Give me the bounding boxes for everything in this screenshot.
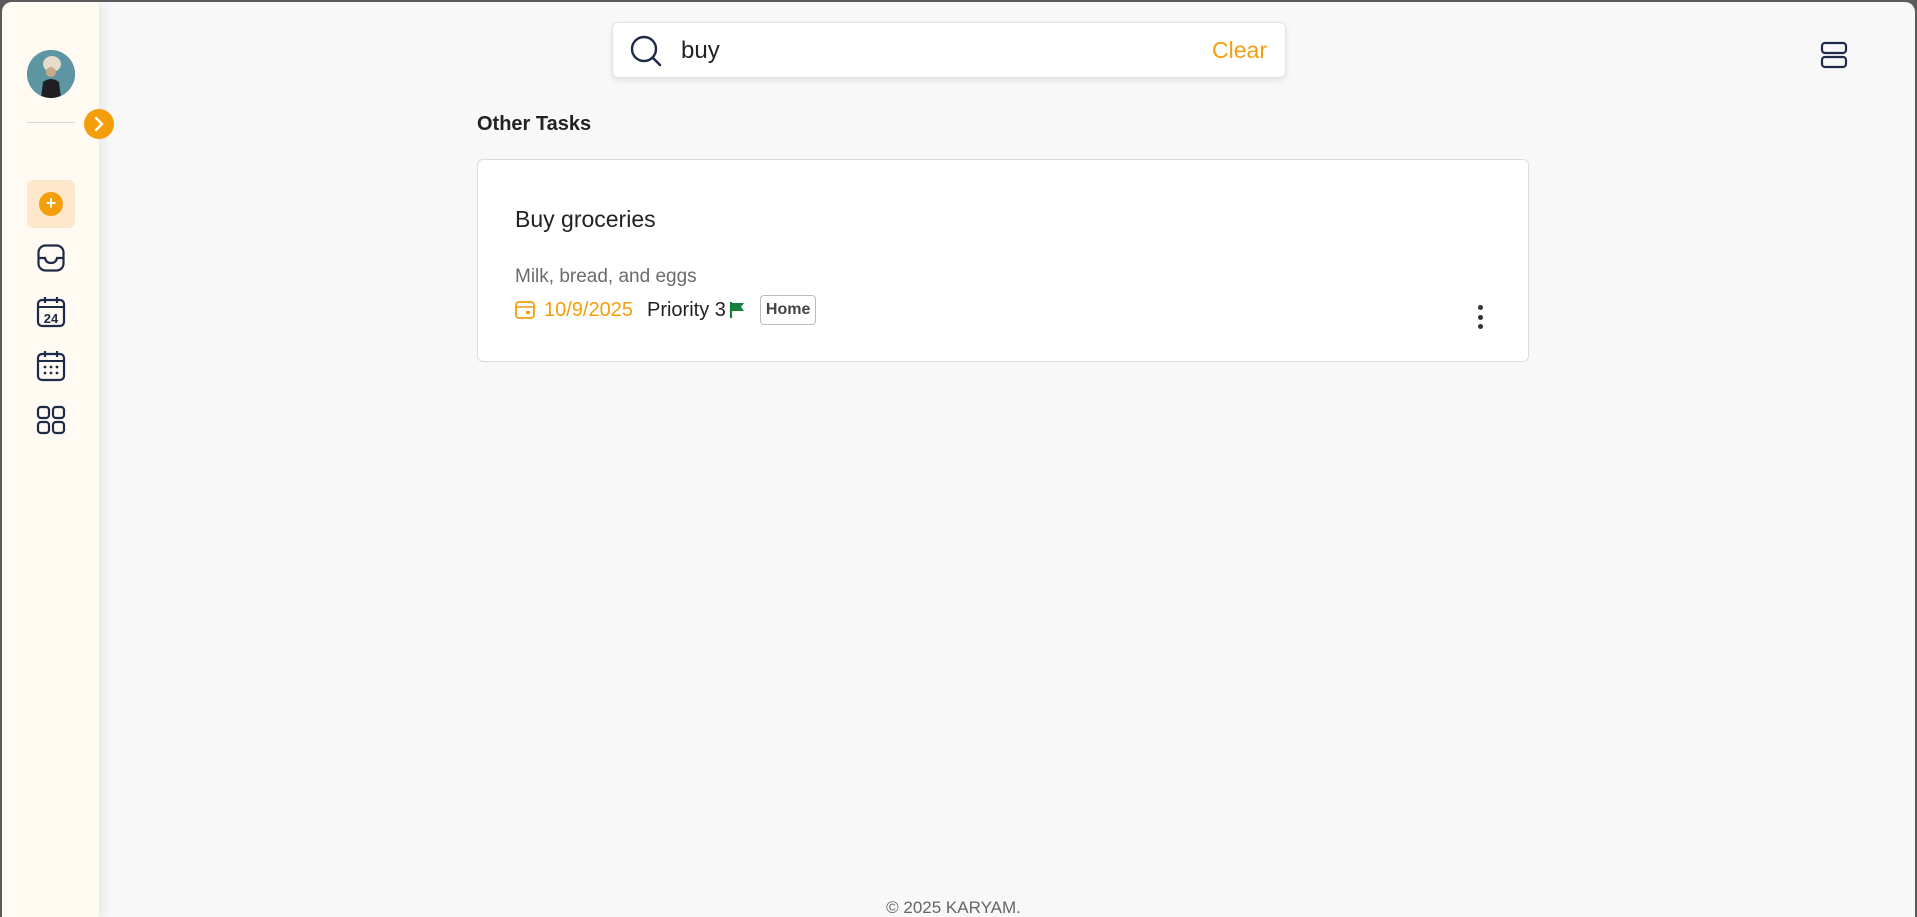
footer-copyright: © 2025 KARYAM. (886, 898, 1021, 917)
task-priority: Priority 3 (646, 298, 726, 321)
more-dot (1477, 305, 1483, 310)
sidebar-item-add-task[interactable]: + (27, 180, 75, 228)
task-due-date[interactable]: 10/9/2025 (544, 299, 633, 322)
sidebar-item-apps[interactable] (27, 396, 75, 444)
inbox-tray-icon (37, 244, 65, 272)
app-window: + 24 buy Clear Other Tasks Buy groceries… (2, 2, 1915, 917)
grid-icon (36, 405, 66, 435)
more-options-button[interactable] (1468, 302, 1492, 332)
calendar-icon (515, 301, 535, 319)
task-tag[interactable]: Home (759, 295, 817, 325)
avatar-image (27, 50, 75, 98)
sidebar-item-upcoming[interactable] (27, 342, 75, 390)
svg-text:24: 24 (44, 311, 59, 326)
avatar[interactable] (27, 50, 75, 98)
calendar-grid-icon (36, 351, 66, 382)
task-card[interactable]: Buy groceries Milk, bread, and eggs 10/9… (477, 159, 1529, 362)
sidebar: + 24 (2, 2, 99, 917)
sidebar-item-today[interactable]: 24 (27, 288, 75, 336)
flag-icon (729, 302, 744, 318)
sidebar-expand-button[interactable] (84, 109, 114, 139)
plus-circle-icon: + (39, 192, 63, 216)
sidebar-divider (27, 122, 75, 123)
task-title[interactable]: Buy groceries (515, 206, 656, 233)
search-input[interactable] (681, 33, 1161, 69)
calendar-24-icon: 24 (36, 297, 66, 328)
clear-search-button[interactable]: Clear (1212, 37, 1267, 64)
task-meta: 10/9/2025 Priority 3 Home (514, 294, 817, 326)
layout-toggle-button[interactable] (1820, 40, 1848, 70)
list-view-icon (1820, 41, 1848, 69)
sidebar-item-inbox[interactable] (27, 234, 75, 282)
more-dot (1477, 324, 1483, 329)
search-icon (630, 35, 662, 67)
chevron-right-icon (94, 116, 104, 132)
more-dot (1477, 314, 1483, 320)
search-bar: Clear (612, 22, 1286, 78)
section-title: Other Tasks (477, 113, 592, 135)
task-description: Milk, bread, and eggs (515, 266, 697, 287)
